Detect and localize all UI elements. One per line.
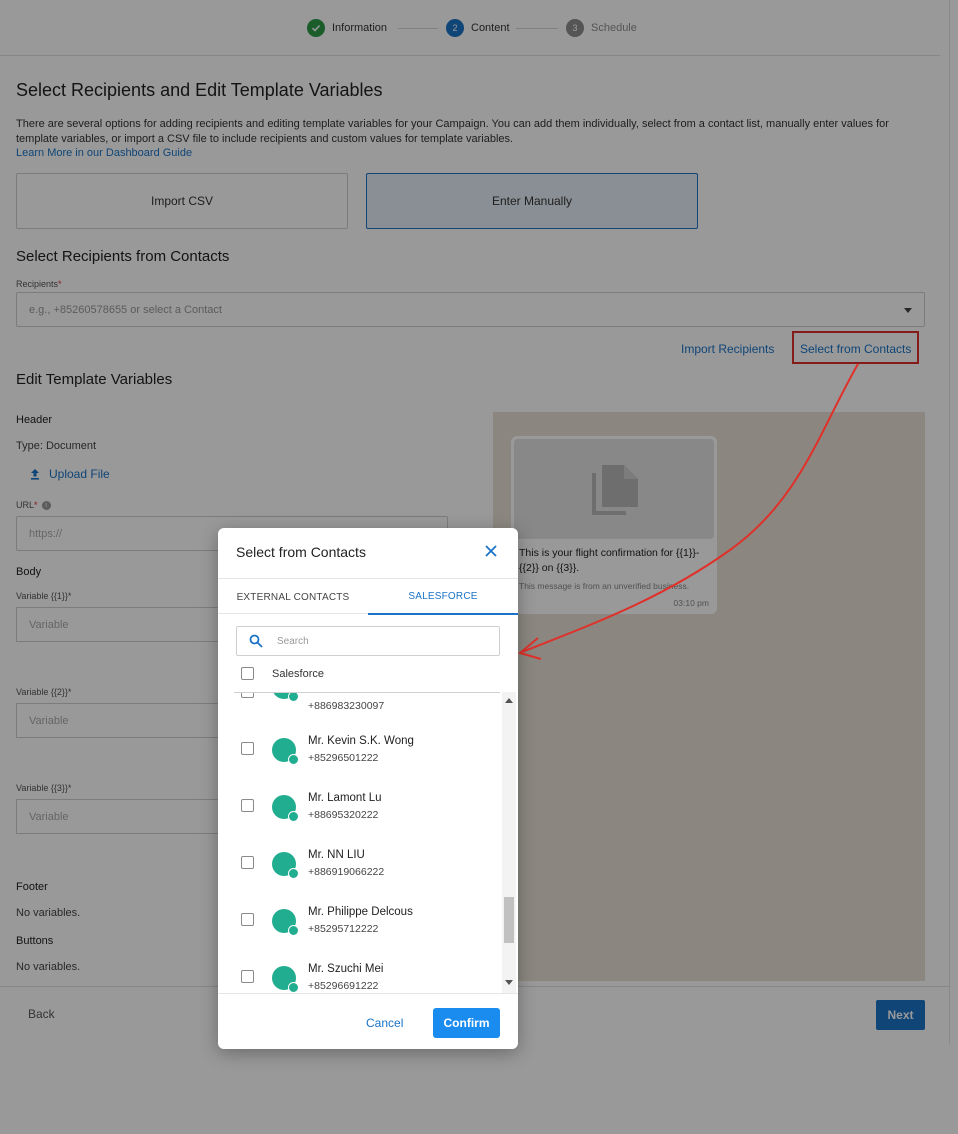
chat-badge-icon bbox=[288, 925, 299, 936]
avatar bbox=[272, 909, 299, 936]
contact-checkbox[interactable] bbox=[241, 856, 254, 869]
chat-badge-icon bbox=[288, 868, 299, 879]
list-item[interactable]: Mr. NN LIU +886919066222 bbox=[234, 830, 500, 887]
scroll-up-icon[interactable] bbox=[505, 698, 513, 703]
contact-name: Mr. Szuchi Mei bbox=[308, 963, 384, 975]
contact-list: +886983230097 Mr. Kevin S.K. Wong +85296… bbox=[234, 692, 500, 994]
contact-phone: +85296501222 bbox=[308, 752, 379, 764]
avatar bbox=[272, 795, 299, 822]
contact-name: Mr. Kevin S.K. Wong bbox=[308, 735, 414, 747]
contact-checkbox[interactable] bbox=[241, 970, 254, 983]
contact-phone: +88695320222 bbox=[308, 809, 379, 821]
select-contacts-modal: Select from Contacts EXTERNAL CONTACTS S… bbox=[218, 528, 518, 1049]
chat-badge-icon bbox=[288, 982, 299, 993]
chat-badge-icon bbox=[288, 811, 299, 822]
contact-phone: +886919066222 bbox=[308, 866, 385, 878]
list-item[interactable]: Mr. Kevin S.K. Wong +85296501222 bbox=[234, 716, 500, 773]
avatar bbox=[272, 966, 299, 993]
scroll-thumb[interactable] bbox=[504, 897, 514, 943]
contact-search-input[interactable]: Search bbox=[236, 626, 500, 656]
modal-footer: Cancel Confirm bbox=[218, 993, 518, 1049]
confirm-button[interactable]: Confirm bbox=[433, 1008, 500, 1038]
list-item[interactable]: +886983230097 bbox=[234, 693, 500, 716]
contact-name: Mr. NN LIU bbox=[308, 849, 365, 861]
list-item[interactable]: Mr. Szuchi Mei +85296691222 bbox=[234, 944, 500, 994]
contact-name: Mr. Philippe Delcous bbox=[308, 906, 413, 918]
contact-checkbox[interactable] bbox=[241, 742, 254, 755]
contact-phone: +85295712222 bbox=[308, 923, 379, 935]
chat-badge-icon bbox=[288, 754, 299, 765]
list-item[interactable]: Mr. Philippe Delcous +85295712222 bbox=[234, 887, 500, 944]
contact-name: Mr. Lamont Lu bbox=[308, 792, 382, 804]
contact-list-scrollbar[interactable] bbox=[502, 692, 516, 994]
chat-badge-icon bbox=[288, 693, 299, 702]
avatar bbox=[272, 852, 299, 879]
search-icon bbox=[249, 634, 263, 648]
scroll-down-icon[interactable] bbox=[505, 980, 513, 985]
contact-phone: +85296691222 bbox=[308, 980, 379, 992]
list-item[interactable]: Mr. Lamont Lu +88695320222 bbox=[234, 773, 500, 830]
tab-external-contacts[interactable]: EXTERNAL CONTACTS bbox=[218, 579, 368, 615]
contact-checkbox[interactable] bbox=[241, 799, 254, 812]
tab-salesforce[interactable]: SALESFORCE bbox=[368, 579, 518, 615]
select-all-checkbox[interactable] bbox=[241, 667, 254, 680]
search-placeholder: Search bbox=[277, 636, 309, 647]
modal-title: Select from Contacts bbox=[236, 544, 366, 560]
avatar bbox=[272, 693, 299, 702]
close-icon[interactable] bbox=[484, 544, 498, 558]
contact-checkbox[interactable] bbox=[241, 693, 254, 698]
avatar bbox=[272, 738, 299, 765]
cancel-button[interactable]: Cancel bbox=[366, 1016, 403, 1030]
contact-checkbox[interactable] bbox=[241, 913, 254, 926]
salesforce-group-label: Salesforce bbox=[272, 668, 324, 680]
contact-phone: +886983230097 bbox=[308, 700, 385, 712]
contact-source-tabs: EXTERNAL CONTACTS SALESFORCE bbox=[218, 578, 518, 615]
